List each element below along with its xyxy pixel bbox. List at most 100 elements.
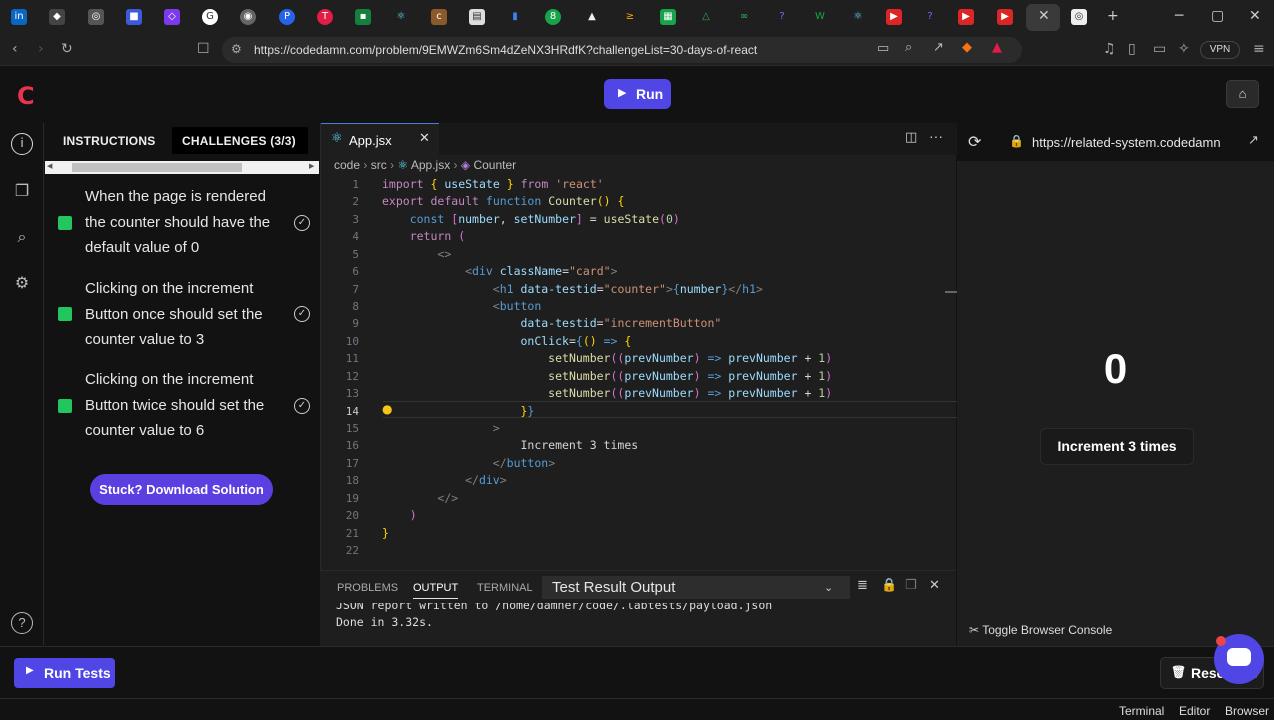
tab-icon[interactable]: ◇ (164, 9, 180, 25)
tab-icon[interactable]: △ (698, 9, 714, 25)
tab-icon[interactable]: ◎ (1071, 9, 1087, 25)
scroll-left-icon[interactable]: ◀ (47, 162, 52, 170)
challenge-status-passed (58, 399, 72, 413)
google-icon[interactable]: G (202, 9, 218, 25)
close-window-icon[interactable]: ✕ (1249, 8, 1261, 24)
breadcrumb-item[interactable]: Counter (473, 158, 516, 172)
tab-icon[interactable]: ▮ (507, 9, 523, 25)
forward-icon[interactable]: › (38, 41, 44, 57)
run-button[interactable]: ▶ Run (604, 79, 671, 109)
code-editor[interactable]: ⚛ App.jsx ✕ ◫ ··· code › src › ⚛ App.jsx… (320, 123, 957, 570)
refresh-icon[interactable]: ⟳ (968, 132, 981, 151)
tab-output[interactable]: OUTPUT (413, 582, 459, 599)
menu-icon[interactable]: ≡ (1253, 41, 1265, 57)
status-browser[interactable]: Browser (1225, 704, 1269, 718)
close-panel-icon[interactable]: ✕ (929, 578, 940, 593)
status-editor[interactable]: Editor (1179, 704, 1210, 718)
run-tests-button[interactable]: ▶ Run Tests (14, 658, 115, 688)
tab-icon[interactable]: ? (922, 9, 938, 25)
home-button[interactable]: ⌂ (1226, 80, 1259, 108)
share-icon[interactable]: ↗ (933, 40, 944, 55)
search-icon[interactable]: ⌕ (11, 226, 33, 248)
sidebar-icon[interactable]: ▯ (1128, 41, 1136, 57)
line-number: 16 (345, 439, 359, 452)
tab-icon[interactable]: ◉ (240, 9, 256, 25)
maximize-icon[interactable]: ▢ (1211, 8, 1224, 24)
breadcrumb-item[interactable]: src (371, 158, 387, 172)
tab-icon[interactable]: P (279, 9, 295, 25)
tab-icon[interactable]: ◎ (88, 9, 104, 25)
tab-challenges[interactable]: CHALLENGES (3/3) (172, 127, 308, 154)
youtube-icon[interactable]: ▶ (886, 9, 902, 25)
toggle-browser-console[interactable]: ✂ Toggle Browser Console (969, 623, 1112, 637)
info-icon[interactable]: i (11, 133, 33, 155)
tab-icon[interactable]: ◆ (49, 9, 65, 25)
breadcrumb-item[interactable]: code (334, 158, 360, 172)
tab-icon[interactable]: ≥ (622, 9, 638, 25)
vpn-button[interactable]: VPN (1200, 41, 1240, 59)
tab-icon[interactable]: c (431, 9, 447, 25)
zoom-icon[interactable]: ⌕ (905, 40, 912, 55)
horizontal-scrollbar[interactable]: ◀ ▶ (45, 161, 319, 174)
files-icon[interactable]: ❐ (11, 180, 33, 202)
close-tab-icon[interactable]: ✕ (1038, 8, 1050, 24)
chat-support-button[interactable] (1214, 634, 1264, 684)
active-tab[interactable]: ✕ (1026, 4, 1060, 31)
tab-icon[interactable]: ▦ (660, 9, 676, 25)
preview-url[interactable]: https://related-system.codedamn (1032, 135, 1242, 150)
close-tab-icon[interactable]: ✕ (419, 131, 430, 146)
tab-icon[interactable]: ▲ (584, 9, 600, 25)
tab-terminal[interactable]: TERMINAL (477, 582, 533, 594)
challenge-status-passed (58, 216, 72, 230)
scroll-right-icon[interactable]: ▶ (309, 162, 314, 170)
tab-instructions[interactable]: INSTRUCTIONS (63, 134, 155, 148)
tab-icon[interactable]: 8 (545, 9, 561, 25)
more-actions-icon[interactable]: ··· (929, 128, 943, 144)
wallet-icon[interactable]: ▭ (1153, 41, 1166, 57)
maximize-panel-icon[interactable]: ❐ (905, 578, 917, 593)
tab-icon[interactable]: ⚛ (850, 9, 866, 25)
site-info-icon[interactable]: ⚙ (231, 42, 242, 56)
youtube-icon[interactable]: ▶ (958, 9, 974, 25)
tab-icon[interactable]: ▤ (469, 9, 485, 25)
increment-button[interactable]: Increment 3 times (1040, 428, 1194, 465)
tab-icon[interactable]: T (317, 9, 333, 25)
tab-app-jsx[interactable]: ⚛ App.jsx ✕ (321, 123, 439, 155)
address-bar[interactable]: ⚙ https://codedamn.com/problem/9EMWZm6Sm… (222, 37, 1022, 63)
minimize-icon[interactable]: ─ (1175, 8, 1183, 24)
tab-icon[interactable]: W (812, 9, 828, 25)
output-channel-select[interactable]: Test Result Output ⌄ (542, 576, 850, 599)
status-terminal[interactable]: Terminal (1119, 704, 1164, 718)
youtube-icon[interactable]: ▶ (997, 9, 1013, 25)
new-tab-icon[interactable]: + (1107, 8, 1119, 24)
cast-icon[interactable]: ▭ (877, 41, 889, 56)
code-line: data-testid="incrementButton" (520, 316, 722, 330)
brave-shield-icon[interactable]: ◆ (962, 40, 972, 55)
tab-problems[interactable]: PROBLEMS (337, 582, 398, 594)
split-editor-icon[interactable]: ◫ (905, 130, 917, 145)
scrollbar-thumb[interactable] (72, 163, 242, 172)
media-icon[interactable]: ♫ (1103, 41, 1116, 57)
settings-icon[interactable]: ⚙ (11, 272, 33, 294)
tab-icon[interactable]: ∞ (736, 9, 752, 25)
minimap-slider[interactable] (945, 291, 957, 293)
tab-icon[interactable]: ▪ (355, 9, 371, 25)
open-external-icon[interactable]: ↗ (1248, 133, 1259, 148)
output-line: Done in 3.32s. (336, 615, 433, 629)
react-icon[interactable]: ⚛ (393, 9, 409, 25)
tab-icon[interactable]: ? (774, 9, 790, 25)
breadcrumb-item[interactable]: App.jsx (411, 158, 450, 172)
linkedin-icon[interactable]: in (11, 9, 27, 25)
lock-scroll-icon[interactable]: 🔒 (881, 578, 897, 593)
brave-rewards-icon[interactable]: ▲ (992, 40, 1002, 55)
line-number: 13 (345, 387, 359, 400)
tab-icon[interactable]: ■ (126, 9, 142, 25)
download-solution-button[interactable]: Stuck? Download Solution (90, 474, 273, 505)
bookmark-icon[interactable]: ☐ (197, 41, 210, 57)
leo-icon[interactable]: ✧ (1178, 41, 1190, 57)
help-icon[interactable]: ? (11, 612, 33, 634)
clear-output-icon[interactable]: ≣ (857, 578, 868, 593)
back-icon[interactable]: ‹ (12, 41, 18, 57)
codedamn-logo[interactable]: C (17, 82, 35, 110)
reload-icon[interactable]: ↻ (61, 41, 73, 57)
